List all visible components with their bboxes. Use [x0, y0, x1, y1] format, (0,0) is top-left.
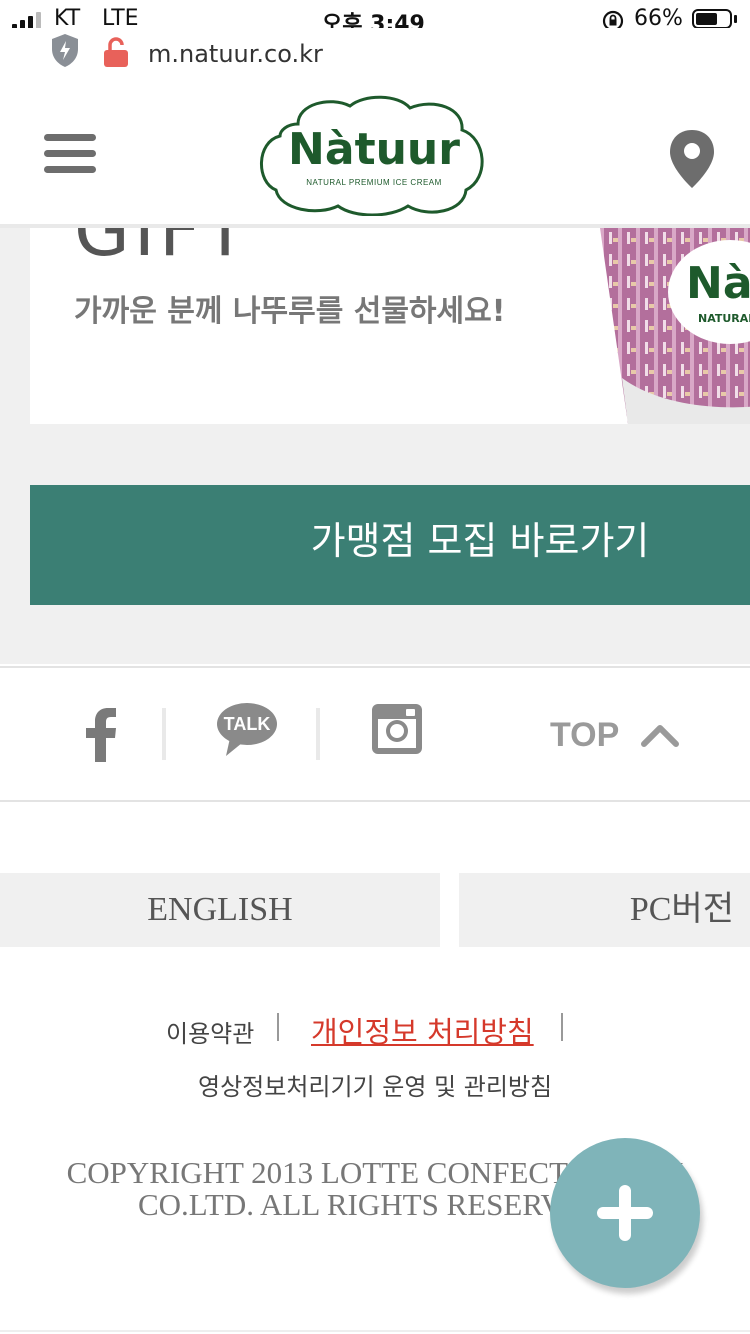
english-button[interactable]: ENGLISH [0, 873, 440, 947]
social-bar: TALK TOP [0, 666, 750, 802]
logo-wordmark: Nàtuur [288, 124, 460, 175]
gift-banner[interactable]: GIFT 가까운 분께 나뚜루를 선물하세요! Nà NATURAL [30, 228, 750, 424]
banner-subtitle: 가까운 분께 나뚜루를 선물하세요! [74, 294, 506, 329]
kakao-talk-label: TALK [223, 714, 271, 734]
terms-link[interactable]: 이용약관 [166, 1014, 254, 1049]
signal-icon [12, 10, 41, 30]
facebook-icon[interactable] [84, 708, 118, 762]
instagram-icon[interactable] [372, 704, 422, 754]
battery-tip [734, 15, 737, 23]
hamburger-menu-icon[interactable] [44, 132, 96, 176]
natuur-logo[interactable]: Nàtuur NATURAL PREMIUM ICE CREAM [258, 94, 490, 216]
battery-icon [692, 9, 732, 29]
logo-tagline: NATURAL PREMIUM ICE CREAM [306, 178, 442, 187]
banner-title: GIFT [74, 228, 252, 272]
floating-plus-button[interactable] [550, 1138, 700, 1288]
policy-divider [277, 1013, 279, 1041]
bottom-divider [0, 1330, 750, 1332]
browser-url-bar[interactable]: m.natuur.co.kr [0, 28, 750, 81]
franchise-recruit-button[interactable]: 가맹점 모집 바로가기 [30, 485, 750, 605]
cctv-policy-link[interactable]: 영상정보처리기기 운영 및 관리방침 [198, 1067, 552, 1102]
chevron-up-icon [641, 725, 679, 747]
scroll-top-button[interactable]: TOP [548, 708, 688, 764]
plus-icon [597, 1185, 653, 1241]
cup-brand-text: Nà [686, 258, 750, 309]
unlocked-padlock-icon [104, 37, 128, 67]
privacy-policy-link[interactable]: 개인정보 처리방침 [311, 1009, 534, 1051]
shield-icon [52, 34, 78, 67]
cup-sub-text: NATURAL [698, 312, 750, 325]
location-pin-icon[interactable] [668, 128, 716, 190]
pc-version-button[interactable]: PC버전 [459, 873, 750, 947]
policy-divider [561, 1013, 563, 1041]
ice-cream-cup-image: Nà NATURAL [600, 228, 750, 424]
top-label: TOP [550, 716, 620, 754]
kakaotalk-icon[interactable]: TALK [216, 702, 278, 758]
site-header: Nàtuur NATURAL PREMIUM ICE CREAM [0, 80, 750, 228]
url-text[interactable]: m.natuur.co.kr [148, 40, 323, 68]
